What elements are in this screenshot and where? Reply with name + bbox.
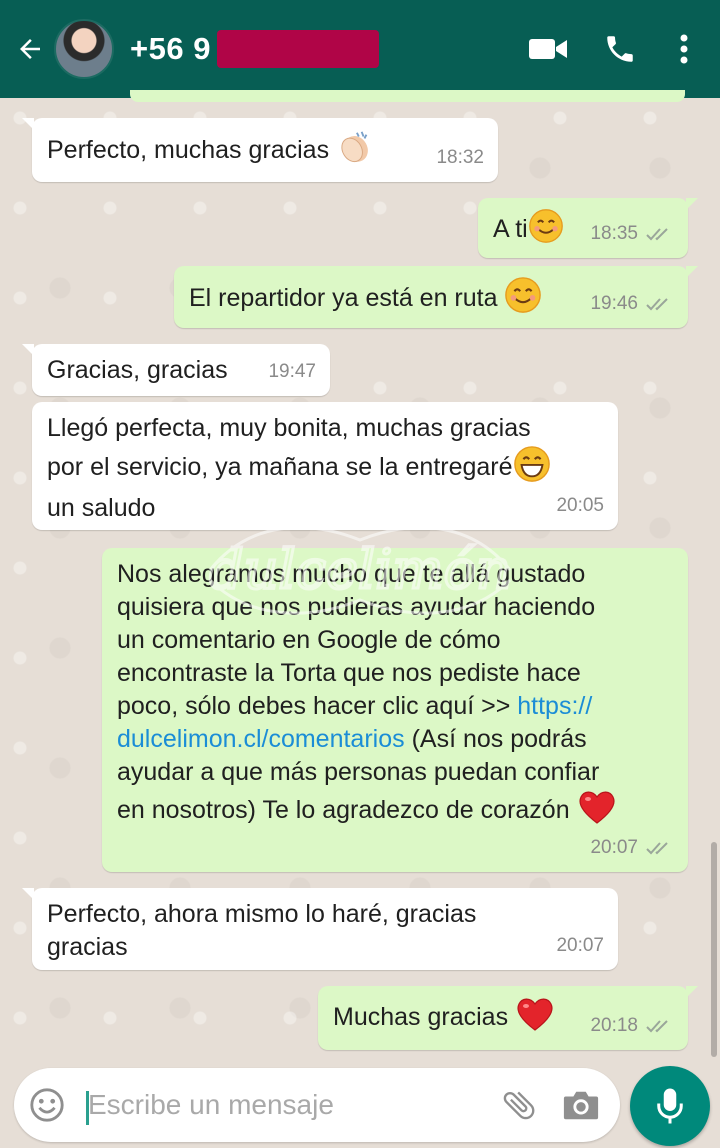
- message-meta: 19:46: [590, 287, 674, 320]
- voice-call-button[interactable]: [594, 19, 646, 79]
- message-time: 20:07: [556, 935, 604, 956]
- back-arrow-icon: [20, 39, 40, 59]
- message-incoming[interactable]: Perfecto, muchas gracias 18:32: [22, 118, 498, 182]
- message-time: 20:18: [590, 1015, 638, 1036]
- message-text-line: gracias: [47, 933, 128, 961]
- message-input[interactable]: Escribe un mensaje: [86, 1089, 496, 1125]
- double-check-icon: [646, 296, 674, 312]
- message-incoming[interactable]: Gracias, gracias 19:47: [22, 344, 330, 396]
- more-vert-icon: [680, 34, 688, 64]
- message-time: 20:05: [556, 495, 604, 516]
- attach-icon: [503, 1091, 535, 1120]
- back-button[interactable]: [6, 19, 54, 79]
- message-text-line: Nos alegramos mucho que te allá gustado: [117, 560, 586, 588]
- voice-record-button[interactable]: [630, 1066, 710, 1146]
- message-text: Gracias, gracias: [47, 356, 228, 384]
- emoji-button[interactable]: [24, 1082, 70, 1128]
- message-text: El repartidor ya está en ruta: [189, 284, 498, 313]
- message-text-line: un comentario en Google de cómo: [117, 626, 501, 654]
- message-text-line: quisiera que nos pudieras ayudar haciend…: [117, 593, 596, 621]
- redacted-number: [216, 30, 379, 68]
- double-check-icon: [646, 840, 674, 856]
- message-text-line: ayudar a que más personas puedan confiar: [117, 758, 600, 786]
- previous-message-edge: [130, 90, 685, 102]
- text-caret: [86, 1091, 89, 1125]
- message-meta: 18:35: [590, 217, 674, 250]
- comment-link[interactable]: dulcelimon.cl/comentarios: [117, 725, 405, 753]
- message-time: 18:32: [436, 147, 484, 168]
- message-text-line: en nosotros) Te lo agradezco de corazón: [117, 796, 570, 825]
- grinning-face-emoji-icon: [513, 445, 551, 492]
- more-options-button[interactable]: [658, 19, 710, 79]
- message-meta: 18:32: [436, 141, 484, 174]
- contact-title[interactable]: +56 9: [130, 30, 379, 68]
- message-outgoing[interactable]: Muchas gracias 20:18: [318, 986, 698, 1050]
- message-time: 19:46: [590, 293, 638, 314]
- message-text: Muchas gracias: [333, 1003, 509, 1032]
- chat-scrollbar[interactable]: [711, 842, 717, 1057]
- smiling-face-emoji-icon: [528, 208, 564, 253]
- attach-button[interactable]: [496, 1082, 542, 1128]
- message-text: A ti: [493, 215, 528, 244]
- camera-button[interactable]: [558, 1082, 604, 1128]
- red-heart-emoji-icon: [515, 996, 555, 1041]
- message-text-line: poco, sólo debes hacer clic aquí >>: [117, 692, 518, 720]
- message-meta: 19:47: [268, 355, 316, 388]
- red-heart-emoji-icon: [577, 789, 617, 834]
- message-meta: 20:07: [590, 831, 674, 864]
- message-meta: 20:07: [556, 929, 604, 962]
- message-time: 19:47: [268, 361, 316, 382]
- message-text-line: Perfecto, ahora mismo lo haré, gracias: [47, 900, 477, 928]
- message-outgoing[interactable]: A ti 18:35: [478, 198, 698, 258]
- message-text: Perfecto, muchas gracias: [47, 136, 330, 165]
- chat-header: +56 9: [0, 0, 720, 98]
- message-text-line: Llegó perfecta, muy bonita, muchas graci…: [47, 414, 531, 442]
- double-check-icon: [646, 226, 674, 242]
- double-check-icon: [646, 1018, 674, 1034]
- video-call-icon: [529, 39, 567, 59]
- phone-icon: [607, 36, 633, 62]
- smiling-face-emoji-icon: [504, 276, 542, 323]
- emoji-icon: [30, 1088, 64, 1122]
- message-incoming[interactable]: Perfecto, ahora mismo lo haré, gracias g…: [22, 888, 618, 970]
- message-input-placeholder: Escribe un mensaje: [88, 1089, 334, 1120]
- message-text-line: (Así nos podrás: [404, 725, 587, 753]
- contact-avatar[interactable]: [54, 19, 114, 79]
- message-text-line: encontraste la Torta que nos pediste hac…: [117, 659, 581, 687]
- camera-icon: [563, 1091, 599, 1120]
- message-text-line: un saludo: [47, 494, 156, 522]
- message-time: 18:35: [590, 223, 638, 244]
- contact-name: +56 9: [130, 31, 211, 66]
- message-meta: 20:05: [556, 489, 604, 522]
- message-outgoing[interactable]: Nos alegramos mucho que te allá gustado …: [102, 548, 688, 872]
- message-meta: 20:18: [590, 1009, 674, 1042]
- comment-link[interactable]: https://: [517, 692, 592, 720]
- clapping-hands-emoji-icon: [336, 128, 374, 175]
- message-outgoing[interactable]: El repartidor ya está en ruta 19:46: [174, 266, 698, 328]
- video-call-button[interactable]: [522, 19, 574, 79]
- message-composer: Escribe un mensaje: [14, 1068, 620, 1142]
- message-incoming[interactable]: Llegó perfecta, muy bonita, muchas graci…: [32, 402, 618, 530]
- message-text-line: por el servicio, ya mañana se la entrega…: [47, 453, 513, 482]
- message-time: 20:07: [590, 837, 638, 858]
- mic-icon: [657, 1088, 683, 1124]
